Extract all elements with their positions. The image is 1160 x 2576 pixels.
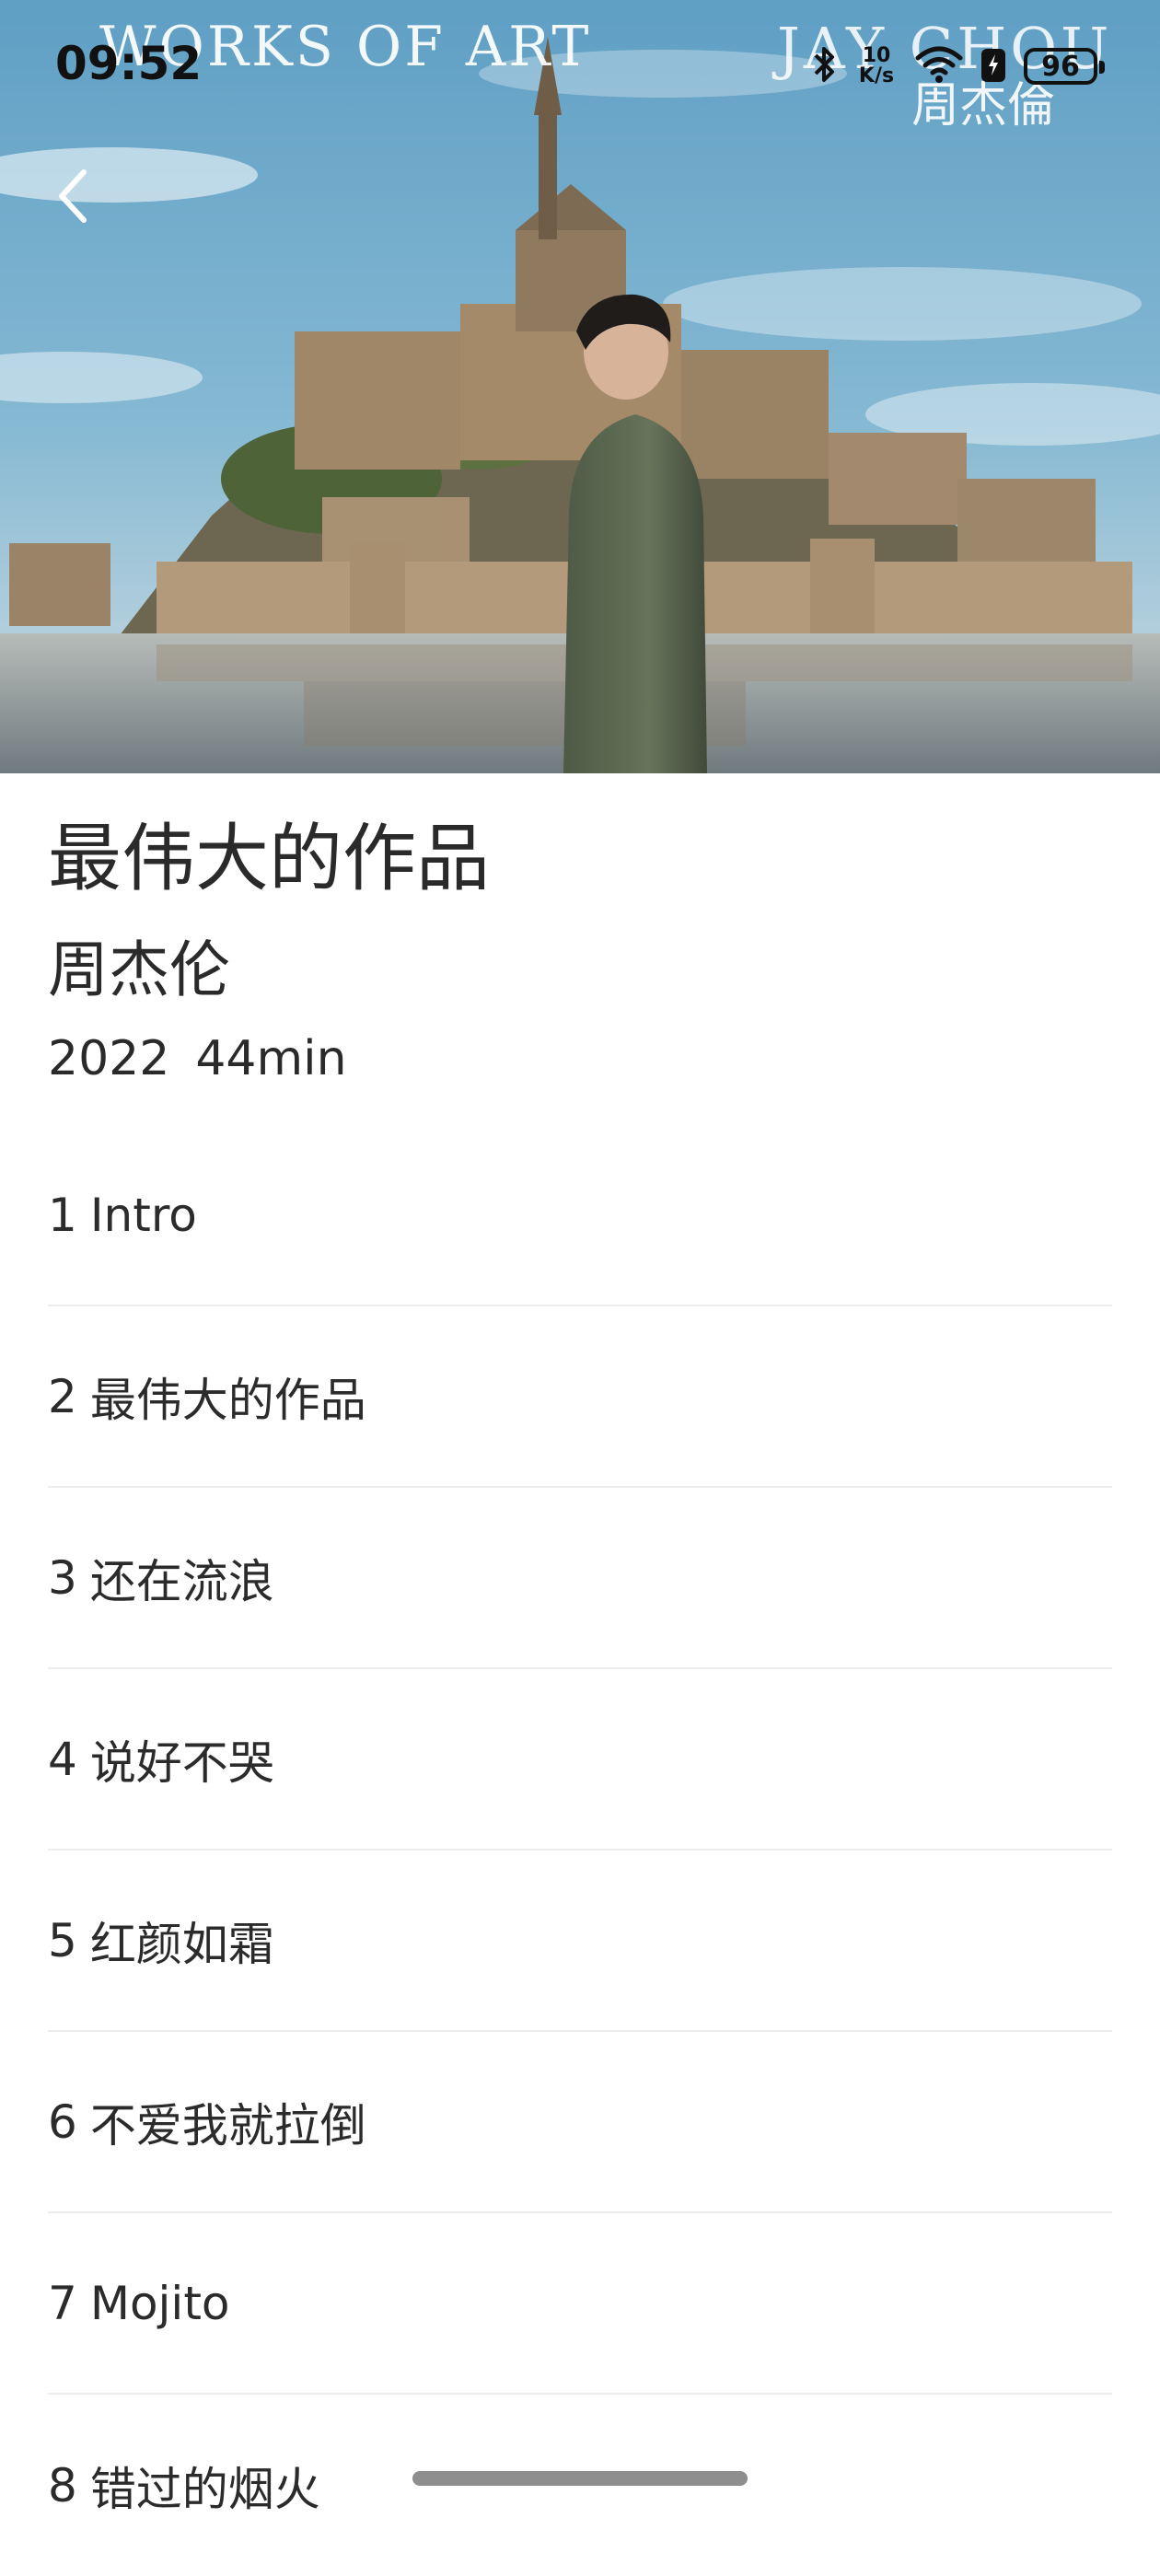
album-meta: 2022 44min bbox=[48, 1031, 347, 1086]
battery-saver-icon bbox=[980, 45, 1007, 87]
net-speed-unit: K/s bbox=[858, 64, 895, 87]
status-icons: 10 K/s 96 bbox=[810, 37, 1105, 96]
track-row[interactable]: 2 最伟大的作品 bbox=[48, 1306, 1112, 1488]
album-duration: 44min bbox=[195, 1031, 347, 1086]
home-indicator[interactable] bbox=[412, 2471, 748, 2486]
track-title: 还在流浪 bbox=[89, 1554, 274, 1608]
track-row[interactable]: 1 Intro bbox=[48, 1125, 1112, 1306]
track-title: 红颜如霜 bbox=[89, 1917, 274, 1971]
track-row[interactable]: 5 红颜如霜 bbox=[48, 1851, 1112, 2032]
track-row[interactable]: 7 Mojito bbox=[48, 2213, 1112, 2395]
bluetooth-icon bbox=[810, 44, 838, 88]
album-artist[interactable]: 周杰伦 bbox=[48, 921, 230, 1009]
status-time: 09:52 bbox=[55, 37, 203, 90]
net-speed-value: 10 bbox=[862, 44, 891, 67]
chevron-left-icon bbox=[59, 169, 87, 223]
track-list: 1 Intro 2 最伟大的作品 3 还在流浪 4 说好不哭 5 红颜如霜 6 … bbox=[48, 1125, 1112, 2576]
track-title: 错过的烟火 bbox=[89, 2462, 320, 2516]
track-number: 7 bbox=[48, 2276, 77, 2330]
track-number: 6 bbox=[48, 2094, 77, 2149]
track-row[interactable]: 3 还在流浪 bbox=[48, 1488, 1112, 1669]
track-title: Intro bbox=[89, 1188, 197, 1242]
back-button[interactable] bbox=[41, 155, 105, 238]
track-title: 最伟大的作品 bbox=[89, 1373, 366, 1427]
track-row[interactable]: 6 不爱我就拉倒 bbox=[48, 2032, 1112, 2213]
battery-icon: 96 bbox=[1024, 48, 1105, 85]
track-number: 3 bbox=[48, 1550, 77, 1605]
track-row[interactable]: 4 说好不哭 bbox=[48, 1669, 1112, 1851]
track-title: Mojito bbox=[89, 2276, 230, 2330]
album-cover: WORKS OF ART JAY CHOU 周杰倫 bbox=[0, 0, 1160, 773]
album-title: 最伟大的作品 bbox=[48, 816, 490, 901]
track-number: 2 bbox=[48, 1369, 77, 1423]
track-title: 不爱我就拉倒 bbox=[89, 2098, 366, 2152]
track-number: 4 bbox=[48, 1732, 77, 1786]
track-number: 5 bbox=[48, 1913, 77, 1967]
track-number: 1 bbox=[48, 1188, 77, 1242]
album-year: 2022 bbox=[48, 1031, 170, 1086]
net-speed: 10 K/s bbox=[854, 46, 899, 87]
track-title: 说好不哭 bbox=[89, 1735, 274, 1790]
wifi-icon bbox=[915, 45, 963, 87]
battery-level: 96 bbox=[1041, 50, 1080, 83]
